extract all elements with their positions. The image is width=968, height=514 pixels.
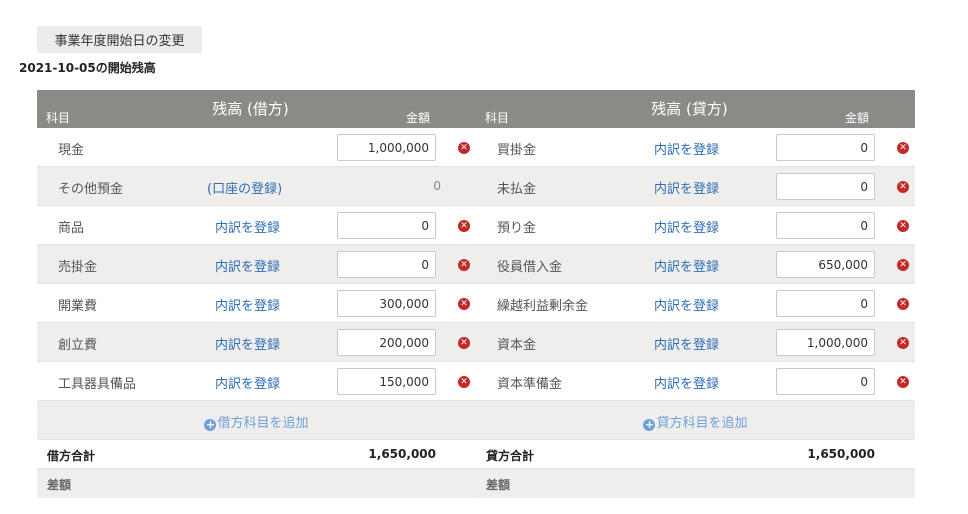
account-name: 開業費 — [58, 299, 98, 314]
times-circle-icon[interactable]: ✕ — [897, 376, 909, 388]
table-row: 資本金 内訳を登録 ✕ — [476, 323, 915, 362]
times-circle-icon[interactable]: ✕ — [458, 376, 470, 388]
account-name: その他預金 — [58, 182, 124, 197]
plus-circle-icon: + — [643, 418, 656, 431]
debit-panel: 科目 残高 (借方) 金額 現金✕その他預金(口座の登録)0商品内訳を登録✕売掛… — [37, 90, 476, 498]
amount-input[interactable] — [776, 329, 875, 356]
table-row: 工具器具備品 内訳を登録 ✕ — [37, 362, 476, 401]
times-circle-icon[interactable]: ✕ — [897, 142, 909, 154]
debit-header: 科目 残高 (借方) 金額 — [37, 90, 476, 128]
table-row: 繰越利益剰余金 内訳を登録 ✕ — [476, 284, 915, 323]
times-circle-icon[interactable]: ✕ — [458, 337, 470, 349]
amount-input[interactable] — [337, 368, 436, 395]
table-row: 商品 内訳を登録 ✕ — [37, 206, 476, 245]
amount-input[interactable] — [776, 134, 875, 161]
register-breakdown-link[interactable]: 内訳を登録 — [654, 334, 719, 353]
register-breakdown-link[interactable]: 内訳を登録 — [215, 217, 280, 236]
debit-total-row: 借方合計 1,650,000 — [37, 440, 476, 469]
debit-rows: 現金✕その他預金(口座の登録)0商品内訳を登録✕売掛金内訳を登録✕開業費内訳を登… — [37, 128, 476, 401]
credit-title: 残高 (貸方) — [651, 100, 728, 118]
account-name: 資本準備金 — [497, 377, 563, 392]
account-name: 買掛金 — [497, 143, 537, 158]
debit-add-row: + 借方科目を追加 — [37, 401, 476, 440]
register-breakdown-link[interactable]: 内訳を登録 — [215, 256, 280, 275]
register-breakdown-link[interactable]: 内訳を登録 — [654, 178, 719, 197]
account-name: 役員借入金 — [497, 260, 563, 275]
add-debit-account-link[interactable]: + 借方科目を追加 — [37, 412, 476, 431]
table-row: 買掛金 内訳を登録 ✕ — [476, 128, 915, 167]
table-row: 預り金 内訳を登録 ✕ — [476, 206, 915, 245]
times-circle-icon[interactable]: ✕ — [897, 259, 909, 271]
credit-total-label: 貸方合計 — [486, 449, 535, 463]
account-name: 資本金 — [497, 338, 537, 353]
credit-add-row: + 貸方科目を追加 — [476, 401, 915, 440]
register-breakdown-link[interactable]: 内訳を登録 — [654, 295, 719, 314]
account-name: 工具器具備品 — [58, 377, 137, 392]
debit-title: 残高 (借方) — [212, 100, 289, 118]
account-name: 繰越利益剰余金 — [497, 299, 589, 314]
amount-input[interactable] — [337, 290, 436, 317]
amount-input[interactable] — [337, 329, 436, 356]
account-name: 未払金 — [497, 182, 537, 197]
account-name: 預り金 — [497, 221, 537, 236]
amount-input[interactable] — [776, 290, 875, 317]
table-row: 売掛金 内訳を登録 ✕ — [37, 245, 476, 284]
amount-input[interactable] — [337, 251, 436, 278]
register-breakdown-link[interactable]: 内訳を登録 — [215, 373, 280, 392]
amount-input[interactable] — [776, 212, 875, 239]
register-breakdown-link[interactable]: 内訳を登録 — [215, 295, 280, 314]
amount-input[interactable] — [776, 173, 875, 200]
debit-total-label: 借方合計 — [47, 449, 96, 463]
amount-input[interactable] — [776, 368, 875, 395]
amount-input[interactable] — [776, 251, 875, 278]
register-breakdown-link[interactable]: 内訳を登録 — [654, 139, 719, 158]
times-circle-icon[interactable]: ✕ — [458, 220, 470, 232]
table-row: 未払金 内訳を登録 ✕ — [476, 167, 915, 206]
debit-total-value: 1,650,000 — [368, 447, 436, 461]
table-row: 現金 ✕ — [37, 128, 476, 167]
account-name: 現金 — [58, 143, 85, 158]
credit-panel: 科目 残高 (貸方) 金額 買掛金内訳を登録✕未払金内訳を登録✕預り金内訳を登録… — [476, 90, 915, 498]
credit-header: 科目 残高 (貸方) 金額 — [476, 90, 915, 128]
register-breakdown-link[interactable]: 内訳を登録 — [654, 217, 719, 236]
debit-diff-label: 差額 — [47, 478, 72, 492]
credit-total-value: 1,650,000 — [807, 447, 875, 461]
credit-amount-header: 金額 — [845, 111, 870, 125]
times-circle-icon[interactable]: ✕ — [458, 298, 470, 310]
register-account-link[interactable]: (口座の登録) — [207, 178, 282, 197]
debit-amount-header: 金額 — [406, 111, 431, 125]
times-circle-icon[interactable]: ✕ — [897, 181, 909, 193]
credit-diff-row: 差額 — [476, 469, 915, 498]
times-circle-icon[interactable]: ✕ — [897, 220, 909, 232]
register-breakdown-link[interactable]: 内訳を登録 — [654, 256, 719, 275]
account-name: 商品 — [58, 221, 85, 236]
debit-diff-row: 差額 — [37, 469, 476, 498]
change-fiscal-start-button[interactable]: 事業年度開始日の変更 — [37, 26, 202, 53]
add-debit-label: 借方科目を追加 — [217, 416, 309, 431]
add-credit-label: 貸方科目を追加 — [656, 416, 748, 431]
account-name: 売掛金 — [58, 260, 98, 275]
times-circle-icon[interactable]: ✕ — [897, 298, 909, 310]
table-row: 役員借入金 内訳を登録 ✕ — [476, 245, 915, 284]
times-circle-icon[interactable]: ✕ — [458, 142, 470, 154]
table-row: 開業費 内訳を登録 ✕ — [37, 284, 476, 323]
table-row: 創立費 内訳を登録 ✕ — [37, 323, 476, 362]
amount-input[interactable] — [337, 212, 436, 239]
register-breakdown-link[interactable]: 内訳を登録 — [654, 373, 719, 392]
register-breakdown-link[interactable]: 内訳を登録 — [215, 334, 280, 353]
amount-value: 0 — [433, 179, 441, 193]
opening-balance-title: 2021-10-05の開始残高 — [19, 61, 156, 75]
table-row: 資本準備金 内訳を登録 ✕ — [476, 362, 915, 401]
times-circle-icon[interactable]: ✕ — [897, 337, 909, 349]
amount-input[interactable] — [337, 134, 436, 161]
credit-total-row: 貸方合計 1,650,000 — [476, 440, 915, 469]
credit-rows: 買掛金内訳を登録✕未払金内訳を登録✕預り金内訳を登録✕役員借入金内訳を登録✕繰越… — [476, 128, 915, 401]
account-name: 創立費 — [58, 338, 98, 353]
plus-circle-icon: + — [204, 418, 217, 431]
credit-diff-label: 差額 — [486, 478, 511, 492]
table-row: その他預金 (口座の登録) 0 — [37, 167, 476, 206]
times-circle-icon[interactable]: ✕ — [458, 259, 470, 271]
add-credit-account-link[interactable]: + 貸方科目を追加 — [476, 412, 915, 431]
